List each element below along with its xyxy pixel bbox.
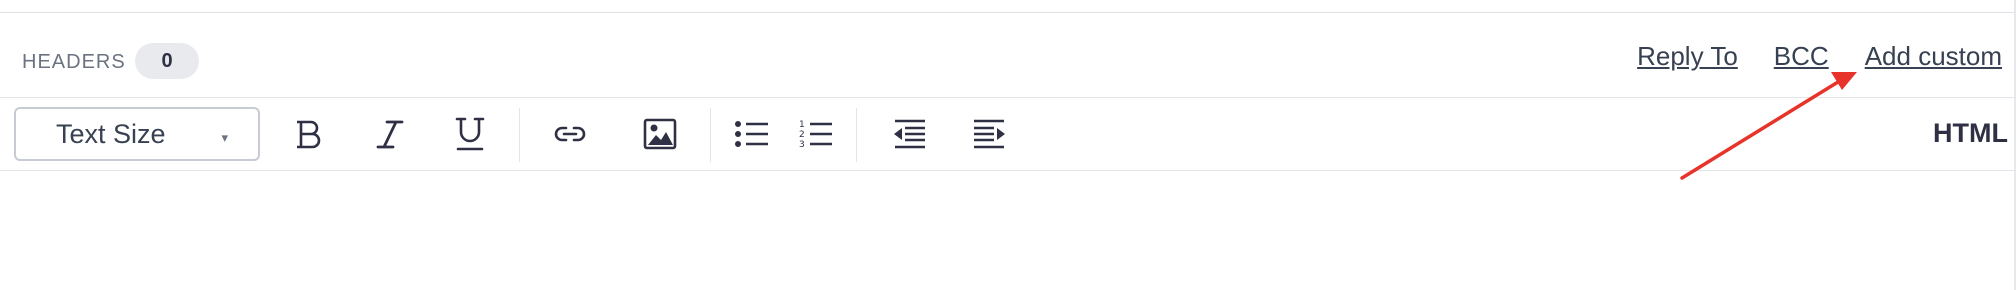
link-icon bbox=[554, 126, 586, 142]
outdent-button[interactable] bbox=[881, 108, 937, 160]
headers-count-badge: 0 bbox=[135, 43, 199, 79]
reply-to-link[interactable]: Reply To bbox=[1637, 41, 1738, 77]
italic-icon bbox=[376, 120, 404, 149]
underline-icon bbox=[455, 117, 485, 151]
svg-text:3: 3 bbox=[799, 140, 805, 150]
image-button[interactable] bbox=[632, 108, 688, 160]
bold-button[interactable] bbox=[281, 108, 337, 160]
toolbar-separator bbox=[519, 108, 520, 162]
bullet-list-icon bbox=[735, 121, 768, 147]
italic-button[interactable] bbox=[362, 108, 418, 160]
image-icon bbox=[643, 118, 677, 150]
chevron-down-icon: ▾ bbox=[221, 130, 228, 145]
bcc-link[interactable]: BCC bbox=[1774, 41, 1829, 77]
toolbar-separator bbox=[856, 108, 857, 162]
svg-text:2: 2 bbox=[799, 130, 805, 140]
toolbar-separator bbox=[710, 108, 711, 162]
link-button[interactable] bbox=[542, 108, 598, 160]
indent-icon bbox=[974, 119, 1005, 149]
header-links: Reply To BCC Add custom bbox=[1637, 41, 2002, 77]
underline-button[interactable] bbox=[442, 108, 498, 160]
bullet-list-button[interactable] bbox=[724, 108, 780, 160]
svg-text:1: 1 bbox=[799, 120, 805, 130]
numbered-list-icon: 1 2 3 bbox=[799, 120, 832, 150]
text-size-label: Text Size bbox=[56, 118, 166, 149]
bold-icon bbox=[297, 120, 321, 149]
editor-toolbar: Text Size ▾ 1 2 3 HTML bbox=[0, 97, 2016, 171]
html-toggle[interactable]: HTML bbox=[1933, 118, 2008, 149]
headers-bar: HEADERS 0 Reply To BCC Add custom bbox=[0, 13, 2016, 97]
add-custom-link[interactable]: Add custom bbox=[1865, 41, 2002, 77]
indent-button[interactable] bbox=[962, 108, 1018, 160]
numbered-list-button[interactable]: 1 2 3 bbox=[788, 108, 844, 160]
headers-label: HEADERS bbox=[22, 51, 126, 73]
outdent-icon bbox=[894, 119, 925, 149]
text-size-select[interactable]: Text Size ▾ bbox=[14, 107, 260, 161]
